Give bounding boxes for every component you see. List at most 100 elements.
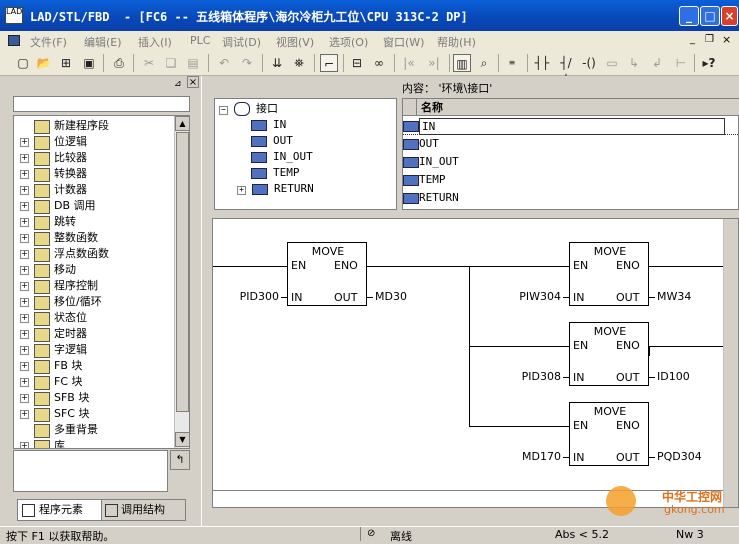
tab-call-structure[interactable]: 调用结构 <box>101 499 186 521</box>
move-block[interactable]: MOVE EN ENO IN OUT <box>569 242 649 306</box>
expand-icon[interactable]: + <box>20 298 29 307</box>
expand-icon[interactable]: + <box>20 394 29 403</box>
open-icon[interactable]: 📂 <box>35 54 53 72</box>
tree-item[interactable]: + SFC 块 <box>14 406 174 422</box>
tree-item[interactable]: + 程序控制 <box>14 278 174 294</box>
panel-close-button[interactable]: × <box>187 76 199 88</box>
glasses-icon[interactable]: ∞ <box>370 54 388 72</box>
monitor-icon[interactable]: ⛯ <box>290 54 308 72</box>
paste-icon[interactable]: ▤ <box>184 54 202 72</box>
interface-row[interactable]: IN <box>403 117 739 135</box>
branch-icon[interactable]: ⊢ <box>672 54 690 72</box>
panel-search-field[interactable] <box>13 96 190 112</box>
interface-item[interactable]: + RETURN <box>237 181 314 197</box>
panel-splitter[interactable] <box>201 76 211 526</box>
jump-icon[interactable]: ≡ <box>503 54 521 72</box>
tree-item[interactable]: + 库 <box>14 438 174 448</box>
interface-item[interactable]: OUT <box>251 133 293 149</box>
tree-item[interactable]: 多重背景 <box>14 422 174 438</box>
expand-icon[interactable]: + <box>20 202 29 211</box>
step-first-icon[interactable]: |« <box>400 54 418 72</box>
in-operand[interactable]: PID308 <box>522 370 561 383</box>
undo-icon[interactable]: ↶ <box>215 54 233 72</box>
expand-icon[interactable]: + <box>20 282 29 291</box>
scroll-up-icon[interactable]: ▲ <box>175 116 190 131</box>
tree-item[interactable]: + 定时器 <box>14 326 174 342</box>
tree-item[interactable]: + SFB 块 <box>14 390 174 406</box>
tab-program-elements[interactable]: 程序元素 <box>17 499 102 521</box>
overview-icon[interactable]: ⌐ <box>320 54 338 72</box>
interface-row[interactable]: OUT <box>403 135 739 153</box>
tree-item[interactable]: + 计数器 <box>14 182 174 198</box>
expand-icon[interactable]: + <box>20 154 29 163</box>
in-operand[interactable]: PID300 <box>240 290 279 303</box>
out-operand[interactable]: MD30 <box>375 290 407 303</box>
maximize-button[interactable]: □ <box>700 6 720 26</box>
column-header-name[interactable]: 名称 <box>403 99 739 116</box>
expand-icon[interactable]: + <box>20 314 29 323</box>
mdi-close-button[interactable]: × <box>722 33 731 46</box>
interface-splitter[interactable] <box>397 78 401 210</box>
move-block[interactable]: MOVE EN ENO IN OUT <box>287 242 367 306</box>
expand-icon[interactable]: + <box>20 218 29 227</box>
out-operand[interactable]: PQD304 <box>657 450 702 463</box>
branch-close-icon[interactable]: ↲ <box>648 54 666 72</box>
expand-icon[interactable]: + <box>20 234 29 243</box>
download-icon[interactable]: ⇊ <box>268 54 286 72</box>
in-operand[interactable]: PIW304 <box>519 290 561 303</box>
menu-file[interactable]: 文件(F) <box>30 34 67 50</box>
expand-icon[interactable]: + <box>20 378 29 387</box>
contact-nc-icon[interactable]: ┤/├ <box>557 54 575 88</box>
tree-item[interactable]: + FC 块 <box>14 374 174 390</box>
tree-item[interactable]: + FB 块 <box>14 358 174 374</box>
menu-view[interactable]: 视图(V) <box>276 34 314 50</box>
interface-row[interactable]: RETURN <box>403 189 739 207</box>
menu-insert[interactable]: 插入(I) <box>138 34 172 50</box>
box-icon[interactable]: ▭ <box>603 54 621 72</box>
ladder-scrollbar[interactable] <box>723 219 738 507</box>
contact-no-icon[interactable]: ┤├ <box>533 54 551 72</box>
tree-item[interactable]: + 字逻辑 <box>14 342 174 358</box>
tree-item[interactable]: + 浮点数函数 <box>14 246 174 262</box>
panel-float-icon[interactable]: ⊿ <box>174 79 182 89</box>
tree-item[interactable]: + 整数函数 <box>14 230 174 246</box>
close-button[interactable]: × <box>721 6 738 26</box>
coil-icon[interactable]: -() <box>580 54 598 72</box>
expand-icon[interactable]: + <box>20 362 29 371</box>
window-icon[interactable]: ▥ <box>453 54 471 72</box>
collapse-icon[interactable]: − <box>219 106 228 115</box>
move-block[interactable]: MOVE EN ENO IN OUT <box>569 402 649 466</box>
tree-item[interactable]: + 移动 <box>14 262 174 278</box>
mdi-restore-button[interactable]: ❐ <box>705 34 714 45</box>
interface-item[interactable]: TEMP <box>251 165 300 181</box>
move-block[interactable]: MOVE EN ENO IN OUT <box>569 322 649 386</box>
mdi-minimize-button[interactable]: _ <box>690 34 695 45</box>
menu-window[interactable]: 窗口(W) <box>383 34 424 50</box>
scroll-down-icon[interactable]: ▼ <box>175 432 190 447</box>
menu-options[interactable]: 选项(O) <box>329 34 368 50</box>
tree-item[interactable]: 新建程序段 <box>14 118 174 134</box>
tree-item[interactable]: + DB 调用 <box>14 198 174 214</box>
menu-help[interactable]: 帮助(H) <box>437 34 476 50</box>
tree-item[interactable]: + 位逻辑 <box>14 134 174 150</box>
tree-item[interactable]: + 转换器 <box>14 166 174 182</box>
interface-item[interactable]: IN_OUT <box>251 149 313 165</box>
menu-debug[interactable]: 调试(D) <box>222 34 261 50</box>
expand-icon[interactable]: + <box>20 346 29 355</box>
document-icon[interactable] <box>8 35 20 46</box>
branch-open-icon[interactable]: ↳ <box>625 54 643 72</box>
menu-edit[interactable]: 编辑(E) <box>84 34 122 50</box>
expand-icon[interactable]: + <box>20 170 29 179</box>
redo-icon[interactable]: ↷ <box>238 54 256 72</box>
copy-icon[interactable]: ❏ <box>162 54 180 72</box>
tree-item[interactable]: + 比较器 <box>14 150 174 166</box>
minimize-button[interactable]: _ <box>679 6 699 26</box>
out-operand[interactable]: ID100 <box>657 370 690 383</box>
search-icon[interactable]: ⌕ <box>475 54 493 72</box>
expand-icon[interactable]: + <box>20 410 29 419</box>
interface-root[interactable]: − 接口 <box>219 101 278 117</box>
save-icon[interactable]: ▣ <box>80 54 98 72</box>
scroll-thumb[interactable] <box>176 132 189 412</box>
tree-item[interactable]: + 跳转 <box>14 214 174 230</box>
expand-icon[interactable]: + <box>20 186 29 195</box>
